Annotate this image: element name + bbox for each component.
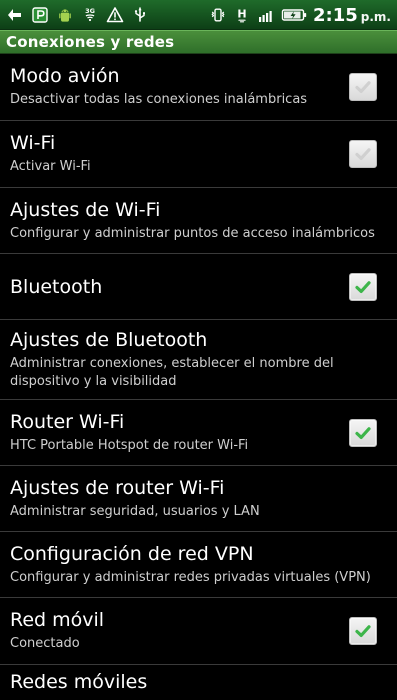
- setting-secondary-label: HTC Portable Hotspot de router Wi-Fi: [10, 437, 249, 453]
- checkmark-icon: [355, 625, 371, 637]
- setting-secondary-label: Conectado: [10, 636, 80, 651]
- setting-secondary-label: Administrar conexiones, establecer el no…: [10, 355, 334, 389]
- setting-text: Bluetooth: [10, 254, 327, 319]
- setting-text: Wi-Fi Activar Wi-Fi: [10, 121, 327, 187]
- setting-text: Router Wi-Fi HTC Portable Hotspot de rou…: [10, 400, 327, 465]
- hspa-label: H: [237, 7, 246, 20]
- status-time: 2:15 p.m.: [313, 5, 391, 26]
- bluetooth-checkbox[interactable]: [349, 272, 377, 301]
- vibrate-icon: [209, 6, 227, 24]
- setting-primary-label: Router Wi-Fi: [10, 410, 125, 433]
- status-time-value: 2:15: [313, 4, 358, 26]
- setting-text: Modo avión Desactivar todas las conexion…: [10, 54, 327, 120]
- setting-airplane-mode[interactable]: Modo avión Desactivar todas las conexion…: [0, 54, 397, 121]
- setting-primary-label: Wi-Fi: [10, 132, 56, 154]
- signal-icon: [257, 6, 275, 24]
- status-bar-left: 3G: [6, 0, 149, 30]
- warning-icon: [106, 6, 124, 24]
- setting-primary-label: Bluetooth: [10, 275, 103, 298]
- setting-mobile-networks[interactable]: Redes móviles: [0, 665, 397, 700]
- setting-text: Red móvil Conectado: [10, 598, 327, 664]
- setting-primary-label: Configuración de red VPN: [10, 542, 254, 565]
- setting-text: Redes móviles: [10, 665, 387, 700]
- wifi-router-checkbox[interactable]: [349, 418, 377, 447]
- setting-secondary-label: Configurar y administrar puntos de acces…: [10, 225, 375, 241]
- setting-primary-label: Modo avión: [10, 65, 120, 87]
- setting-text: Ajustes de Bluetooth Administrar conexio…: [10, 320, 387, 399]
- setting-secondary-label: Activar Wi-Fi: [10, 159, 91, 174]
- setting-bluetooth[interactable]: Bluetooth: [0, 254, 397, 320]
- setting-bluetooth-settings[interactable]: Ajustes de Bluetooth Administrar conexio…: [0, 320, 397, 400]
- setting-text: Ajustes de router Wi-Fi Administrar segu…: [10, 466, 387, 531]
- wifi-checkbox[interactable]: [349, 140, 377, 168]
- setting-wifi-settings[interactable]: Ajustes de Wi-Fi Configurar y administra…: [0, 188, 397, 254]
- setting-text: Ajustes de Wi-Fi Configurar y administra…: [10, 188, 387, 253]
- setting-text: Configuración de red VPN Configurar y ad…: [10, 532, 387, 597]
- setting-wifi-router[interactable]: Router Wi-Fi HTC Portable Hotspot de rou…: [0, 400, 397, 466]
- setting-vpn-configuration[interactable]: Configuración de red VPN Configurar y ad…: [0, 532, 397, 598]
- setting-primary-label: Redes móviles: [10, 671, 148, 693]
- checkmark-icon: [355, 81, 371, 93]
- checkmark-icon: [355, 148, 371, 160]
- settings-list[interactable]: Modo avión Desactivar todas las conexion…: [0, 54, 397, 700]
- 3g-hotspot-icon: 3G: [81, 6, 99, 24]
- usb-icon: [131, 6, 149, 24]
- back-arrow-icon: [6, 6, 24, 24]
- screen-titlebar: Conexiones y redes: [0, 30, 397, 54]
- setting-primary-label: Red móvil: [10, 609, 105, 631]
- setting-primary-label: Ajustes de Bluetooth: [10, 328, 208, 351]
- setting-primary-label: Ajustes de router Wi-Fi: [10, 476, 225, 499]
- setting-wifi-router-settings[interactable]: Ajustes de router Wi-Fi Administrar segu…: [0, 466, 397, 532]
- status-time-ampm: p.m.: [360, 9, 391, 24]
- hspa-icon: H: [233, 6, 251, 24]
- checkmark-icon: [355, 280, 371, 293]
- mobile-network-checkbox[interactable]: [349, 617, 377, 645]
- airplane-mode-checkbox[interactable]: [349, 73, 377, 101]
- status-bar-right: H 2:15 p.m.: [209, 0, 391, 30]
- setting-secondary-label: Desactivar todas las conexiones inalámbr…: [10, 92, 308, 107]
- setting-wifi[interactable]: Wi-Fi Activar Wi-Fi: [0, 121, 397, 188]
- setting-secondary-label: Administrar seguridad, usuarios y LAN: [10, 503, 260, 519]
- threeg-label: 3G: [85, 7, 95, 15]
- android-icon: [56, 6, 74, 24]
- p-notification-icon: [31, 6, 49, 24]
- status-bar: 3G H 2:15 p.m.: [0, 0, 397, 30]
- screen-title: Conexiones y redes: [6, 33, 175, 51]
- checkmark-icon: [355, 426, 371, 439]
- battery-icon: [281, 6, 307, 24]
- setting-mobile-network[interactable]: Red móvil Conectado: [0, 598, 397, 665]
- setting-primary-label: Ajustes de Wi-Fi: [10, 198, 161, 221]
- setting-secondary-label: Configurar y administrar redes privadas …: [10, 569, 371, 585]
